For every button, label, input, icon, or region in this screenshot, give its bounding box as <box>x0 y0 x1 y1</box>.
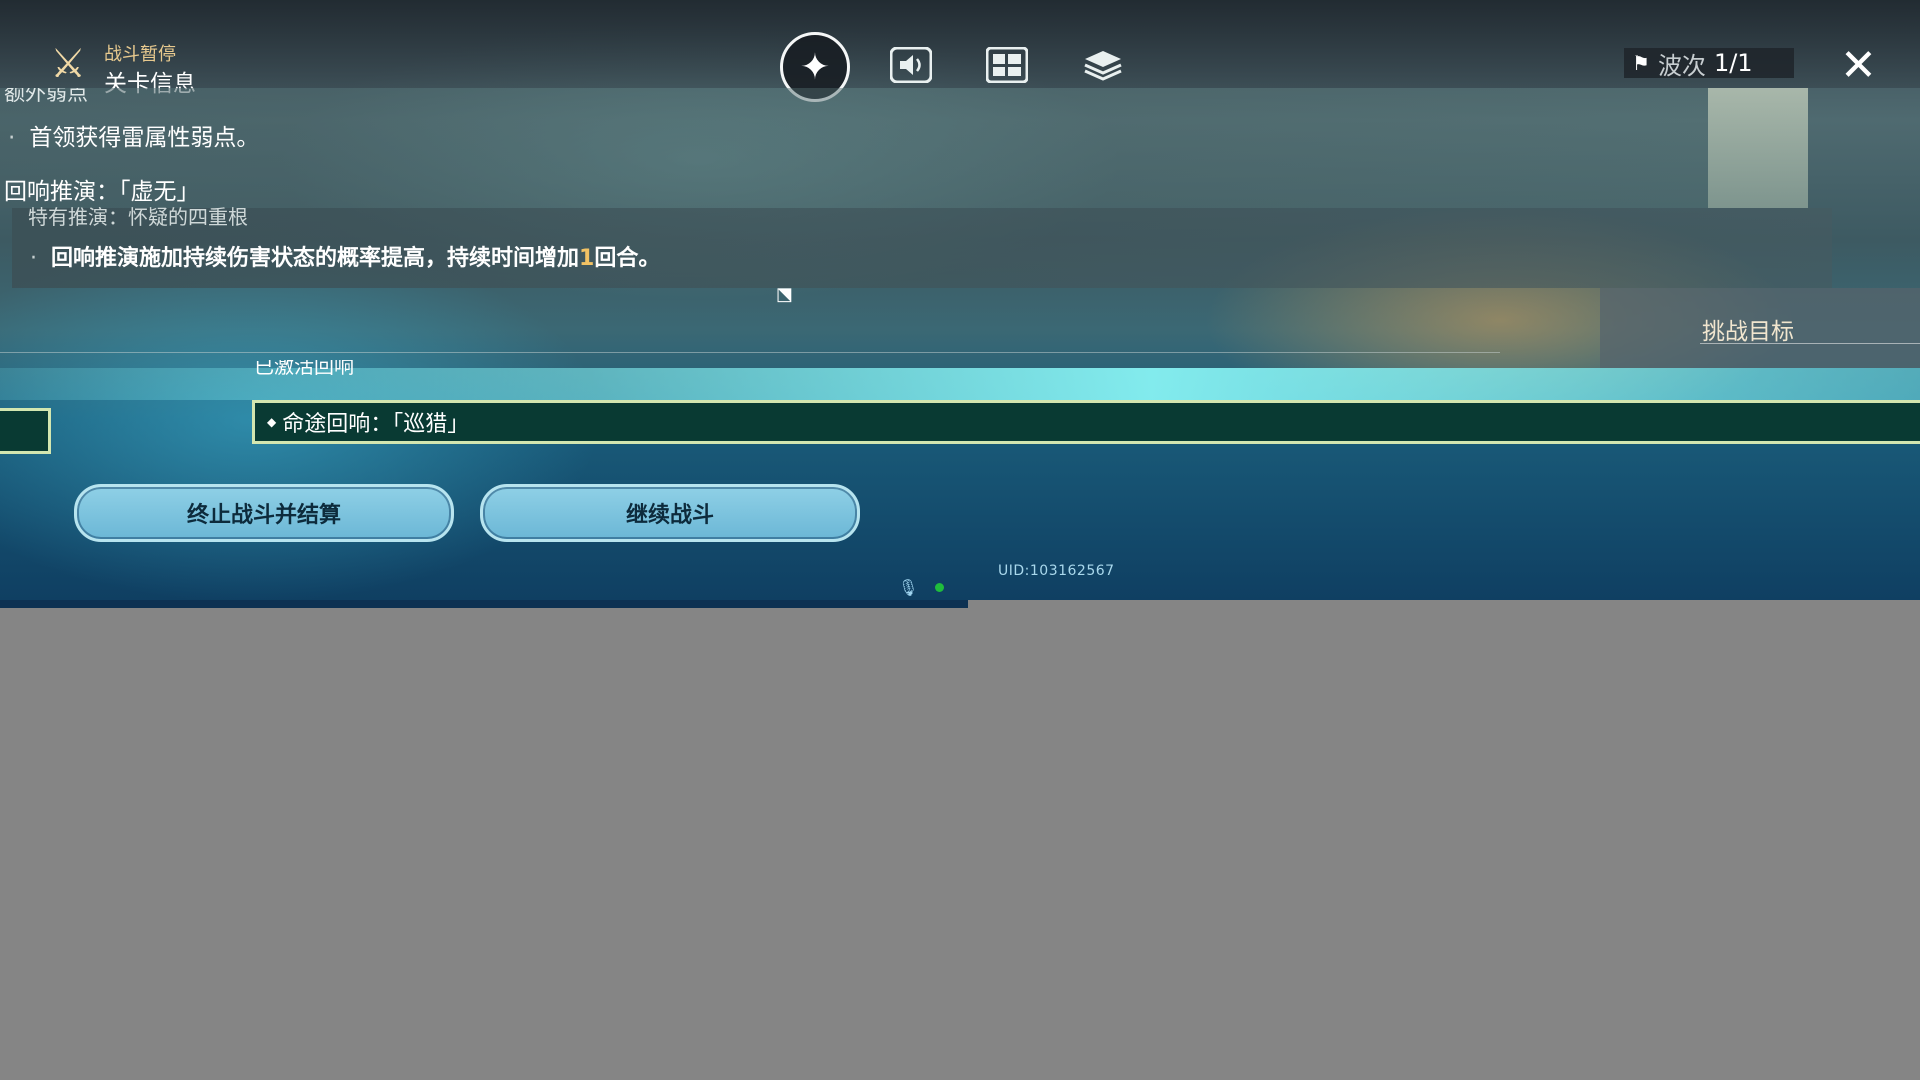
pause-label: 战斗暂停 <box>104 44 176 65</box>
sound-icon[interactable] <box>886 40 936 90</box>
echo-description: · 回响推演施加持续伤害状态的概率提高，持续时间增加1回合。 <box>30 240 660 272</box>
activated-echo-heading: 已激活回响 <box>254 360 354 378</box>
layout-icon[interactable] <box>982 40 1032 90</box>
section-divider <box>0 352 1500 353</box>
layers-icon-svg <box>1084 51 1122 81</box>
top-bar: ⚔ 战斗暂停 关卡信息 ✦ ⚑ 波次 1/1 ✕ <box>0 0 1920 102</box>
echo-desc-number: 1 <box>579 246 595 271</box>
special-deduction-heading: 特有推演：怀疑的四重根 <box>28 205 248 226</box>
wave-label: 波次 <box>1657 51 1706 80</box>
challenge-divider <box>1700 343 1920 344</box>
wave-counter: ⚑ 波次 1/1 <box>1624 48 1794 80</box>
end-battle-button[interactable]: 终止战斗并结算 <box>74 484 454 542</box>
flag-icon: ⚑ <box>1632 51 1650 75</box>
challenge-title: 挑战目标 <box>1702 319 1794 345</box>
echo-desc-after: 回合。 <box>594 246 661 271</box>
echo-desc-before: 回响推演施加持续伤害状态的概率提高，持续时间增加 <box>51 246 580 271</box>
diamond-icon: ◆ <box>267 415 277 429</box>
cursor-icon: ⬔ <box>776 284 794 305</box>
game-view: ⚔ 战斗暂停 关卡信息 ✦ ⚑ 波次 1/1 ✕ 额外弱点 · 首领获得雷属性弱… <box>0 0 1920 600</box>
left-card-edge <box>0 408 51 454</box>
extra-weakness-heading: 额外弱点 <box>4 88 88 105</box>
status-indicator <box>935 583 944 592</box>
close-icon[interactable]: ✕ <box>1840 44 1877 88</box>
layers-icon[interactable] <box>1078 40 1128 90</box>
wave-value: 1/1 <box>1713 49 1753 77</box>
microphone-icon: 🎙 <box>898 578 919 597</box>
layout-icon-svg <box>986 47 1028 83</box>
panel-side-image <box>1708 88 1808 208</box>
weakness-line: · 首领获得雷属性弱点。 <box>8 118 259 152</box>
continue-battle-button[interactable]: 继续战斗 <box>480 484 860 542</box>
bullet-icon: · <box>30 246 37 271</box>
path-echo-box[interactable]: ◆ 命途回响：「巡猎」 <box>252 400 1920 444</box>
uid-label: UID:103162567 <box>998 563 1115 579</box>
path-echo-text: 命途回响：「巡猎」 <box>282 412 470 437</box>
crossed-swords-icon: ⚔ <box>50 41 86 87</box>
sound-icon-svg <box>890 47 932 83</box>
bullet-icon: · <box>8 125 16 151</box>
weakness-text: 首领获得雷属性弱点。 <box>29 125 260 151</box>
echo-title: 回响推演：「虚无」 <box>4 179 200 205</box>
bottom-strip <box>0 600 968 608</box>
